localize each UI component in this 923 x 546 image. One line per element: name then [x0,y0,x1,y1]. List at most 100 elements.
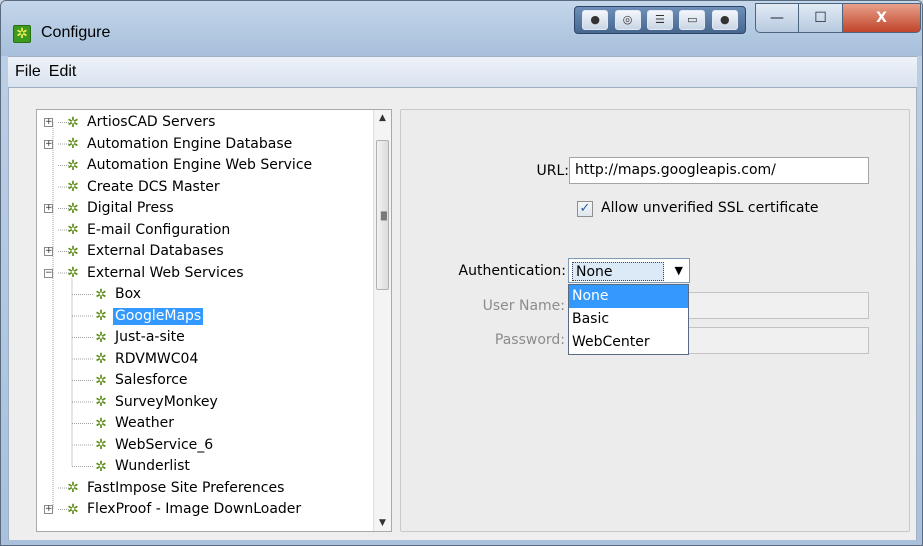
tree-item[interactable]: ✲ Create DCS Master [44,177,222,198]
username-label: User Name: [482,298,565,314]
auth-option-basic[interactable]: Basic [569,308,688,331]
gear-icon: ✲ [95,415,107,432]
gear-icon: ✲ [95,372,107,389]
scroll-thumb[interactable]: ▬ ▬ ▬ [376,140,389,290]
minimize-button[interactable]: — [755,3,799,33]
tree-item[interactable]: ✲ Weather [86,413,176,434]
gear-icon: ✲ [67,157,79,174]
expand-icon[interactable]: + [44,204,53,213]
ssl-checkbox-label: Allow unverified SSL certificate [601,200,819,216]
settings-tool-icon[interactable]: ◎ [614,10,641,30]
tree-item-label: SurveyMonkey [115,393,218,410]
tree-item[interactable]: ✲ Just-a-site [86,327,187,348]
gear-icon: ✲ [67,200,79,217]
service-detail-panel: URL: http://maps.googleapis.com/ ✓ Allow… [400,109,910,532]
capture-toolbar: ● ◎ ☰ ▭ ● [574,6,746,34]
gear-icon: ✲ [67,265,79,281]
close-button[interactable]: X [843,3,921,33]
configure-window: ✲ Configure ● ◎ ☰ ▭ ● — ☐ X File Edit + ✲… [0,0,923,546]
tree-item[interactable]: ✲ RDVMWC04 [86,349,200,370]
tree-item-label: Just-a-site [115,329,185,345]
gear-icon: ✲ [67,243,79,260]
authentication-dropdown-list: None Basic WebCenter [568,284,689,355]
window-icon[interactable]: ▭ [679,10,706,30]
gear-icon: ✲ [67,222,79,238]
gear-icon: ✲ [67,136,79,152]
title-bar[interactable]: ✲ Configure ● ◎ ☰ ▭ ● — ☐ X [1,1,922,56]
tree-item-label: Box [115,286,142,302]
layout-icon[interactable]: ☰ [646,10,673,30]
chevron-down-icon: ▼ [674,264,683,277]
gear-icon: ✲ [95,351,107,367]
tree-item[interactable]: ✲ SurveyMonkey [86,392,220,413]
tree-item-label: External Databases [87,243,224,259]
tree-item[interactable]: ✲ E-mail Configuration [44,220,232,241]
gear-icon: ✲ [67,501,79,518]
tree-item-label: Create DCS Master [87,178,220,195]
tree-item[interactable]: − ✲ External Web Services [44,263,246,284]
auth-option-none[interactable]: None [569,285,688,308]
password-label: Password: [494,332,565,348]
tree-item-label: Wunderlist [115,458,190,474]
tree-item[interactable]: + ✲ Automation Engine Database [44,134,294,155]
gear-icon: ✲ [95,329,107,346]
gear-icon: ✲ [67,114,79,131]
tree-item[interactable]: + ✲ Digital Press [44,198,176,219]
menu-edit[interactable]: Edit [48,63,78,81]
window-controls: — ☐ X [755,3,921,33]
menu-bar: File Edit [8,56,917,88]
menu-file[interactable]: File [14,63,42,81]
scroll-up-arrow-icon[interactable]: ▲ [374,110,391,126]
tree-item[interactable]: ✲ Automation Engine Web Service [44,155,314,176]
tree-item-label: FlexProof - Image DownLoader [87,501,302,517]
tree-item-label: Automation Engine Database [87,135,293,152]
tree-item-label: ArtiosCAD Servers [87,114,216,130]
tree-item-label: External Web Services [87,264,244,281]
tree-item-label: FastImpose Site Preferences [87,479,285,496]
gear-icon: ✲ [95,437,107,453]
tree-item-label: Salesforce [115,372,188,388]
tree-item[interactable]: ✲ WebService_6 [86,435,215,456]
expand-icon[interactable]: + [44,118,53,127]
record-icon[interactable]: ● [711,10,738,30]
expand-icon[interactable]: + [44,139,53,149]
tree-item-label: Weather [115,415,174,431]
authentication-select[interactable]: None ▼ [568,258,690,283]
tree-item[interactable]: ✲ Salesforce [86,370,190,391]
grip-icon: ▬ ▬ ▬ [380,208,388,223]
tree-item-label: WebService_6 [115,436,214,453]
tree-item[interactable]: ✲ Wunderlist [86,456,192,477]
gear-icon: ✲ [95,286,107,303]
expand-icon[interactable]: + [44,247,53,256]
auth-option-webcenter[interactable]: WebCenter [569,331,688,354]
tree-item-label: Digital Press [87,200,174,216]
gear-icon: ✲ [67,179,79,195]
tree-item[interactable]: ✲ GoogleMaps [86,306,204,327]
gear-icon: ✲ [95,458,107,475]
configuration-tree: + ✲ ArtiosCAD Servers + ✲ Automation Engine D… [36,109,392,532]
tree-item[interactable]: ✲ Box [86,284,143,305]
gear-icon: ✲ [95,308,107,324]
tree-item-label: GoogleMaps [113,307,204,325]
tree-item-label: E-mail Configuration [87,221,231,238]
collapse-icon[interactable]: − [44,268,53,278]
content-area: + ✲ ArtiosCAD Servers + ✲ Automation Engine D… [8,88,917,540]
camera-icon[interactable]: ● [582,10,609,30]
gear-icon: ✲ [67,480,79,496]
expand-icon[interactable]: + [44,505,53,514]
scroll-down-arrow-icon[interactable]: ▼ [374,515,391,531]
app-gear-icon: ✲ [13,25,31,43]
maximize-button[interactable]: ☐ [799,3,843,33]
window-title: Configure [41,24,111,41]
tree-item[interactable]: + ✲ External Databases [44,241,226,262]
tree-item-label: Automation Engine Web Service [87,157,313,173]
url-input[interactable]: http://maps.googleapis.com/ [569,157,869,184]
tree-item[interactable]: + ✲ FlexProof - Image DownLoader [44,499,303,520]
tree-item[interactable]: ✲ FastImpose Site Preferences [44,478,286,499]
authentication-label: Authentication: [458,263,567,279]
tree-scrollbar[interactable]: ▲ ▬ ▬ ▬ ▼ [373,110,391,531]
ssl-checkbox[interactable]: ✓ [577,201,593,217]
url-label: URL: [536,163,570,179]
tree-item[interactable]: + ✲ ArtiosCAD Servers [44,112,217,133]
authentication-selected-value: None [572,262,664,281]
